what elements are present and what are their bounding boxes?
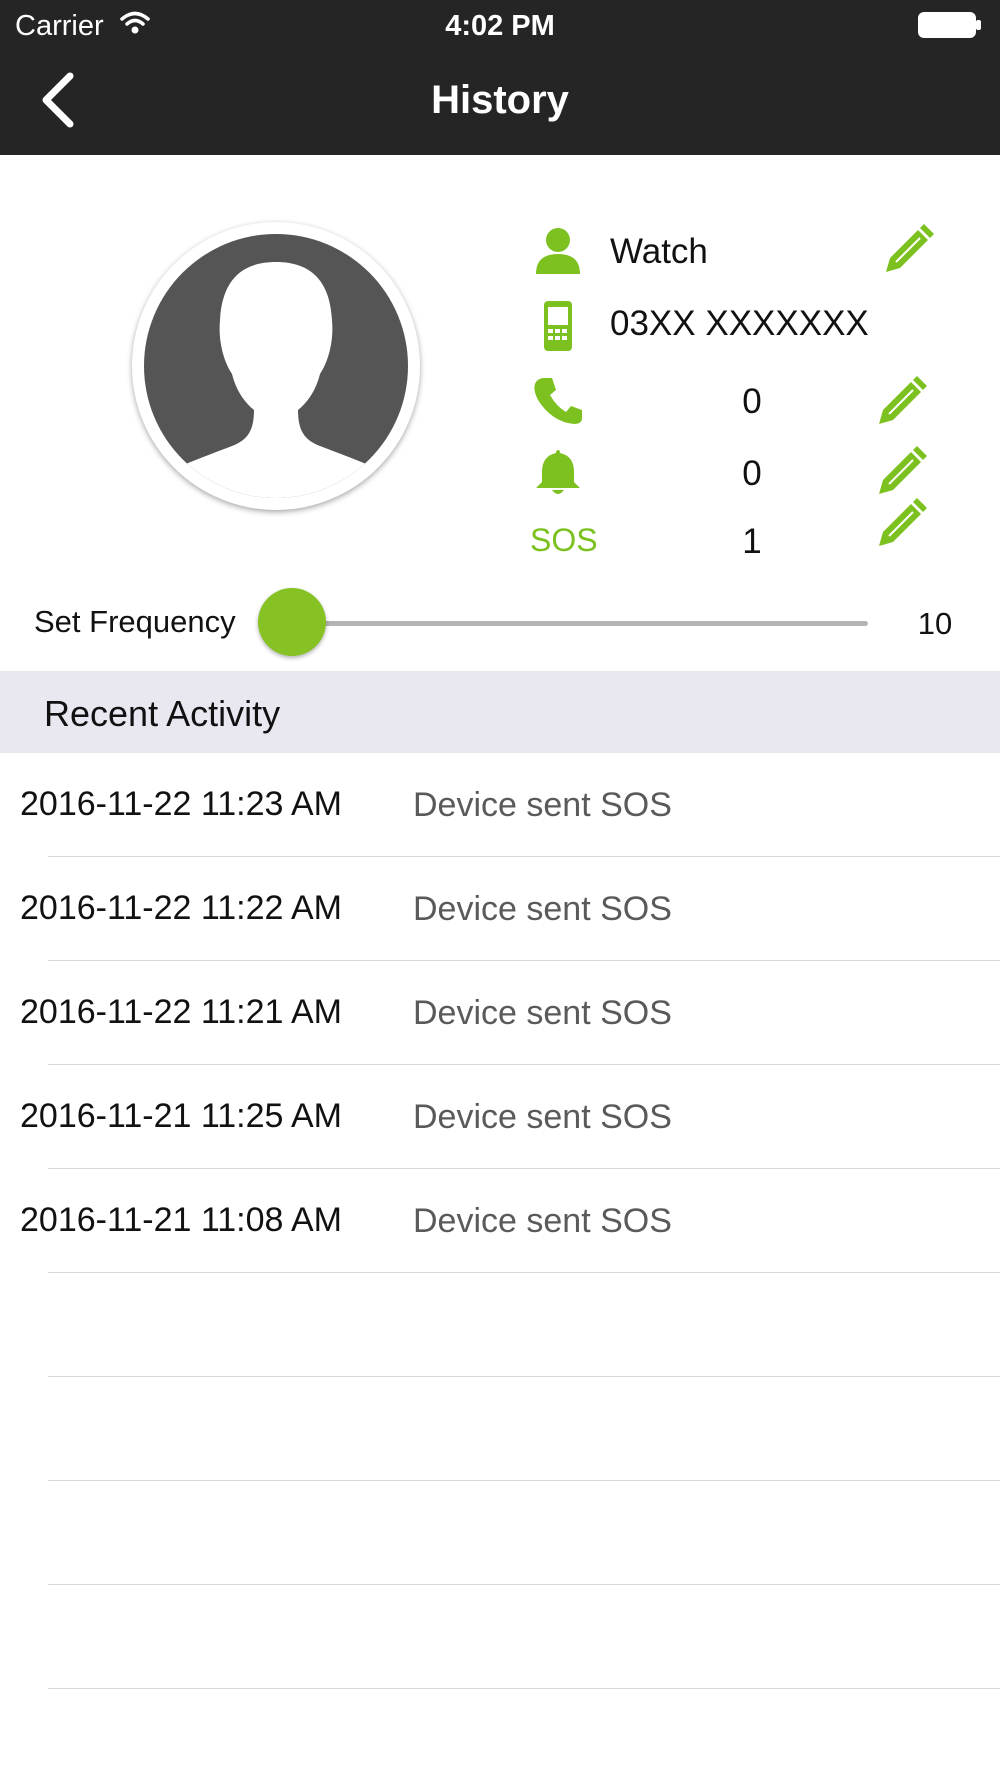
pencil-icon [886,224,934,272]
empty-row [0,1481,1000,1585]
activity-time: 2016-11-22 11:21 AM [20,993,342,1031]
phone-handset-icon [530,376,586,431]
activity-description: Device sent SOS [413,994,672,1032]
status-time: 4:02 PM [445,10,555,42]
activity-time: 2016-11-21 11:08 AM [20,1201,342,1239]
frequency-slider-thumb[interactable] [258,588,326,656]
list-item[interactable]: 2016-11-21 11:08 AM Device sent SOS [0,1169,1000,1273]
activity-description: Device sent SOS [413,1098,672,1136]
list-item[interactable]: 2016-11-22 11:21 AM Device sent SOS [0,961,1000,1065]
frequency-label: Set Frequency [34,604,236,639]
battery-icon [918,12,982,43]
list-item[interactable]: 2016-11-21 11:25 AM Device sent SOS [0,1065,1000,1169]
activity-list: 2016-11-22 11:23 AM Device sent SOS 2016… [0,753,1000,1689]
empty-row [0,1585,1000,1689]
person-icon [530,226,586,281]
avatar[interactable] [132,222,420,510]
activity-time: 2016-11-22 11:23 AM [20,785,342,823]
alerts-row: 0 [530,444,950,504]
calls-count: 0 [742,382,762,421]
sos-count: 1 [742,522,762,561]
user-silhouette-icon [144,234,408,498]
phone-number: 03XX XXXXXXX [610,304,869,343]
frequency-value: 10 [917,606,953,641]
empty-row [0,1273,1000,1377]
edit-name-button[interactable] [880,222,936,283]
bell-icon [530,448,586,503]
recent-activity-header: Recent Activity [0,671,1000,753]
activity-time: 2016-11-21 11:25 AM [20,1097,342,1135]
empty-row [0,1377,1000,1481]
frequency-slider-track[interactable] [292,621,868,626]
pencil-icon [879,498,927,546]
pencil-icon [879,376,927,424]
activity-description: Device sent SOS [413,1202,672,1240]
calls-row: 0 [530,372,950,432]
nav-bar: Carrier 4:02 PM History [0,0,1000,155]
activity-description: Device sent SOS [413,890,672,928]
alerts-count: 0 [742,454,762,493]
pencil-icon [879,446,927,494]
sos-row: SOS 1 [530,498,950,572]
edit-sos-button[interactable] [873,496,929,557]
page-title: History [431,78,569,122]
name-row: Watch [530,222,950,282]
sos-label: SOS [530,522,598,558]
list-item[interactable]: 2016-11-22 11:22 AM Device sent SOS [0,857,1000,961]
edit-calls-button[interactable] [873,374,929,435]
mobile-phone-icon [530,300,586,357]
activity-description: Device sent SOS [413,786,672,824]
section-title: Recent Activity [44,693,281,734]
activity-time: 2016-11-22 11:22 AM [20,889,342,927]
device-name: Watch [610,232,708,271]
phone-row: 03XX XXXXXXX [530,296,950,356]
list-item[interactable]: 2016-11-22 11:23 AM Device sent SOS [0,753,1000,857]
